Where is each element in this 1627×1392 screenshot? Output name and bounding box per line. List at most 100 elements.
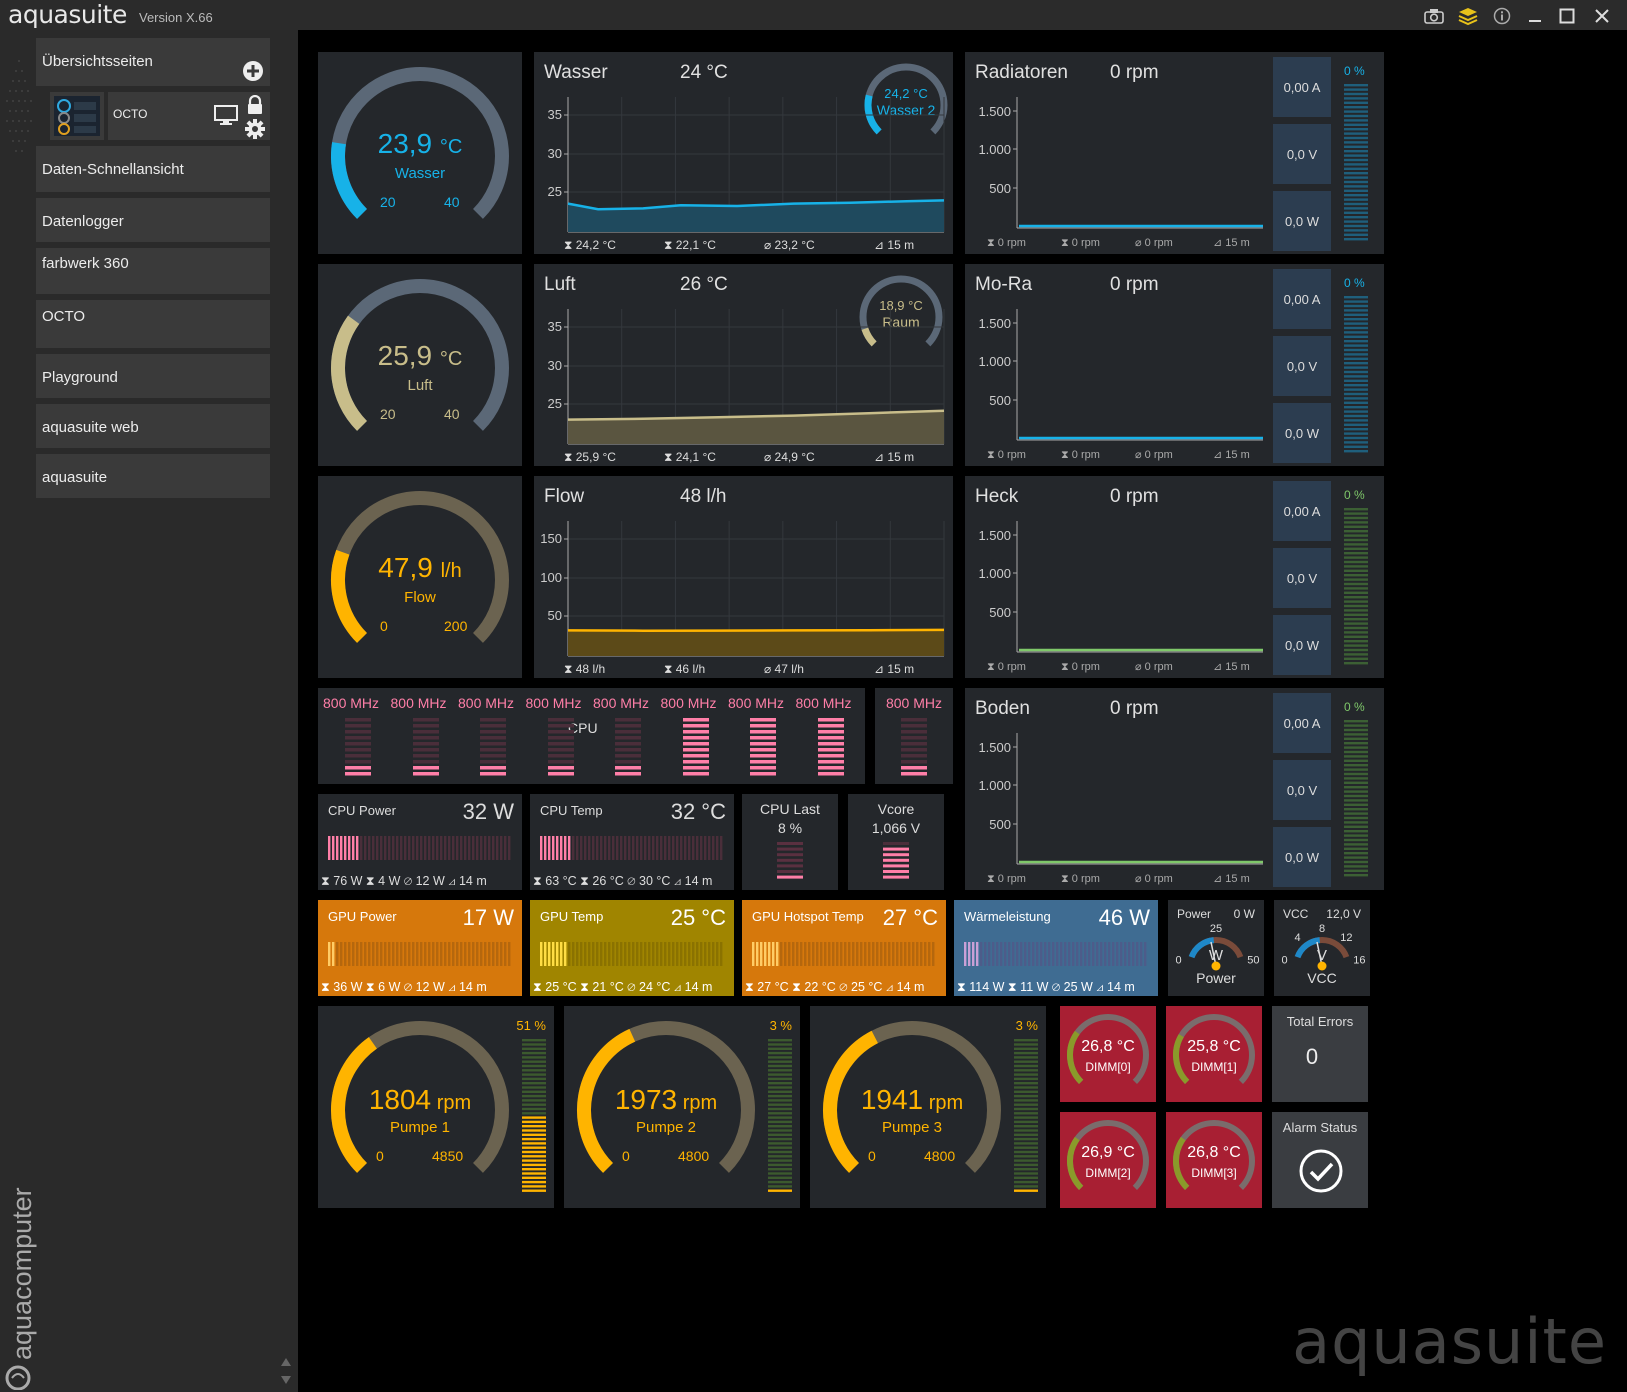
level-segment — [522, 1159, 546, 1162]
level-segment — [1344, 525, 1368, 528]
level-segment — [488, 836, 491, 860]
close-icon[interactable] — [1591, 5, 1613, 27]
lock-icon[interactable] — [246, 95, 264, 115]
level-segment — [480, 772, 506, 776]
level-segment — [345, 742, 371, 746]
maximize-icon[interactable] — [1556, 5, 1578, 27]
level-segment — [1344, 436, 1368, 440]
level-segment — [1344, 136, 1368, 140]
level-segment — [522, 1120, 546, 1124]
fan-amps-box: 0,00 A — [1273, 693, 1331, 753]
sidebar-item-aquasuite[interactable]: aquasuite — [36, 454, 270, 498]
level-segment — [808, 942, 811, 966]
level-segment — [1344, 838, 1368, 842]
level-segment — [1344, 852, 1368, 855]
level-segment — [768, 1137, 792, 1141]
cpu-core-level-bar — [615, 718, 641, 776]
settings-gear-icon[interactable] — [244, 118, 266, 140]
info-icon[interactable] — [1491, 5, 1513, 27]
total-errors-title: Total Errors — [1286, 1014, 1354, 1029]
level-segment — [1344, 229, 1368, 232]
level-segment — [750, 718, 776, 722]
level-segment — [1344, 635, 1368, 638]
level-segment — [396, 942, 399, 966]
level-segment — [616, 836, 619, 860]
level-segment — [872, 942, 875, 966]
level-segment — [412, 724, 439, 728]
level-segment — [1014, 1185, 1038, 1188]
level-segment — [684, 942, 687, 966]
add-page-icon[interactable] — [242, 60, 264, 82]
sidebar-overview-button[interactable]: Übersichtsseiten — [36, 38, 270, 86]
level-segment — [1344, 224, 1368, 228]
y-tick-label: 1.000 — [978, 142, 1011, 157]
level-segment — [522, 1039, 546, 1042]
level-segment — [392, 836, 395, 860]
octo-page-thumbnail[interactable] — [50, 92, 104, 140]
level-segment — [460, 942, 463, 966]
level-segment — [1048, 942, 1051, 966]
level-segment — [688, 836, 691, 860]
luft-gauge-fill — [331, 315, 368, 431]
dot — [29, 99, 33, 103]
sidebar-item-farbwerk-360[interactable]: farbwerk 360 — [36, 248, 270, 294]
level-segment — [1344, 163, 1368, 166]
level-segment — [1344, 428, 1368, 431]
level-segment — [600, 942, 603, 966]
aquasuite-watermark: aquasuite — [1292, 1305, 1607, 1378]
monitor-icon[interactable] — [214, 105, 238, 125]
level-segment — [980, 942, 983, 966]
wasser-chart-tile: Wasser 24 °C 24,2 °C Wasser 2 35 30 25 ⧗ 24… — [534, 52, 953, 254]
layers-icon[interactable] — [1457, 5, 1479, 27]
level-segment — [408, 836, 411, 860]
level-segment — [1344, 556, 1368, 559]
level-segment — [336, 942, 339, 966]
level-segment — [652, 942, 655, 966]
level-segment — [615, 724, 641, 728]
level-segment — [1344, 340, 1368, 343]
chart-footer-stat: ⧗ 24,2 °C — [564, 238, 616, 252]
level-segment — [1344, 560, 1368, 564]
vcore-title: Vcore — [877, 801, 915, 817]
metric-title: CPU Temp — [540, 803, 603, 818]
level-segment — [844, 942, 847, 966]
level-segment — [547, 772, 574, 776]
cpu-core-freq: 800 MHz — [728, 695, 785, 711]
sidebar-item-playground[interactable]: Playground — [36, 354, 270, 398]
level-segment — [580, 836, 583, 860]
level-segment — [620, 942, 623, 966]
level-segment — [1344, 746, 1368, 749]
cpu-core-freq: 800 MHz — [323, 695, 380, 711]
level-segment — [560, 942, 563, 966]
wasser-gauge-tile: 23,9 °C Wasser 20 40 — [318, 52, 522, 254]
screenshot-camera-icon[interactable] — [1423, 5, 1445, 27]
sidebar-item-daten-schnellansicht[interactable]: Daten-Schnellansicht — [36, 146, 270, 192]
level-segment — [768, 1060, 792, 1063]
level-segment — [988, 942, 991, 966]
chart-footer-stat: ⊿ 15 m — [874, 662, 914, 676]
level-segment — [547, 766, 574, 770]
level-segment — [588, 836, 591, 860]
level-segment — [1344, 781, 1368, 784]
sidebar-item-octo[interactable]: OCTO — [36, 300, 270, 348]
level-segment — [1344, 300, 1368, 303]
level-segment — [768, 1125, 792, 1128]
sidebar-item-aquasuite-web[interactable]: aquasuite web — [36, 404, 270, 448]
level-segment — [522, 1150, 546, 1154]
metric-level-bar — [540, 942, 723, 966]
level-segment — [768, 1051, 792, 1055]
level-segment — [522, 1168, 546, 1171]
level-segment — [376, 836, 379, 860]
level-segment — [492, 942, 495, 966]
wasser-gauge-label: Wasser — [394, 165, 446, 182]
level-segment — [883, 847, 909, 851]
level-segment — [772, 942, 775, 966]
sidebar-item-datenlogger[interactable]: Datenlogger — [36, 198, 270, 242]
scroll-arrows-icon[interactable] — [280, 1356, 292, 1386]
pump-rpm-unit: rpm — [923, 1092, 964, 1114]
octo-page-tab[interactable]: OCTO — [108, 92, 270, 140]
level-segment — [1080, 942, 1083, 966]
minimize-icon[interactable] — [1524, 5, 1546, 27]
level-segment — [1344, 180, 1368, 184]
pump-label: Pumpe 2 — [635, 1119, 697, 1136]
